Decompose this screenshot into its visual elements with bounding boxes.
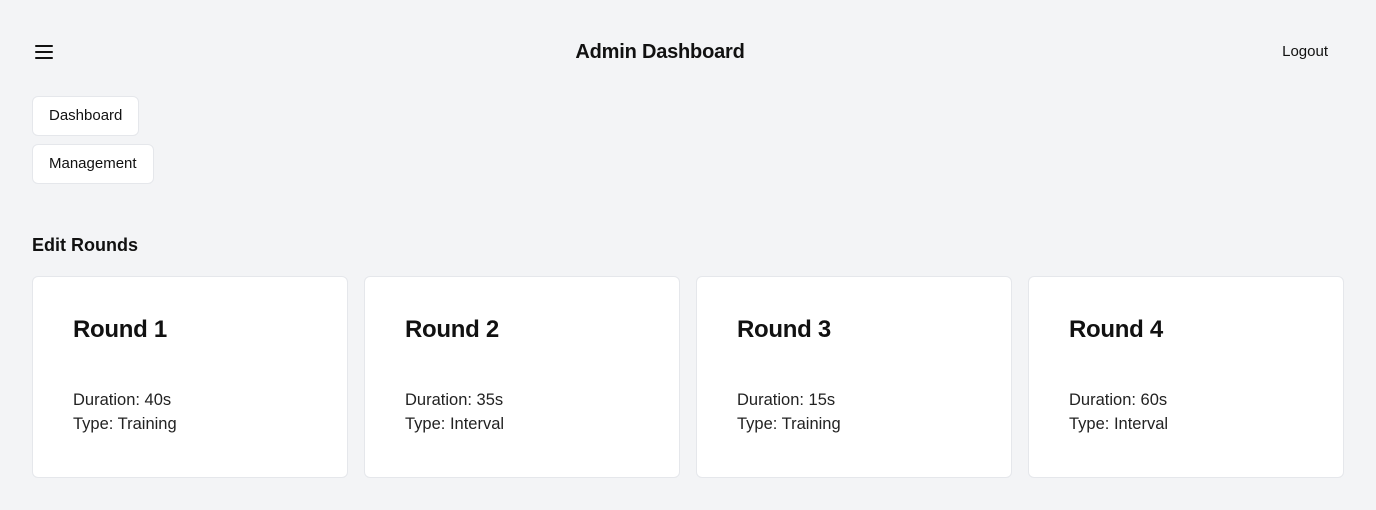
round-type: Type: Interval: [405, 415, 505, 433]
round-title: Round 1: [73, 316, 167, 343]
nav-management-button[interactable]: Management: [32, 144, 154, 184]
round-card-4[interactable]: Round 4 Duration: 60s Type: Interval: [1028, 276, 1344, 478]
round-title: Round 3: [737, 316, 831, 343]
round-card-2[interactable]: Round 2 Duration: 35s Type: Interval: [364, 276, 680, 478]
section-title: Edit Rounds: [32, 235, 138, 255]
logout-button[interactable]: Logout: [1282, 42, 1328, 62]
round-type: Type: Training: [73, 415, 177, 433]
nav-dashboard-button[interactable]: Dashboard: [32, 96, 140, 136]
round-duration: Duration: 35s: [405, 391, 504, 409]
page-title: Admin Dashboard: [575, 41, 745, 63]
round-type: Type: Interval: [1069, 415, 1169, 433]
round-card-1[interactable]: Round 1 Duration: 40s Type: Training: [32, 276, 348, 478]
round-duration: Duration: 40s: [73, 391, 172, 409]
round-title: Round 2: [405, 316, 499, 343]
nav-menu: Dashboard Management: [32, 96, 154, 192]
round-duration: Duration: 60s: [1069, 391, 1168, 409]
round-type: Type: Training: [737, 415, 841, 433]
round-title: Round 4: [1069, 316, 1163, 343]
rounds-grid: Round 1 Duration: 40s Type: Training Rou…: [32, 276, 1344, 478]
round-duration: Duration: 15s: [737, 391, 836, 409]
round-card-3[interactable]: Round 3 Duration: 15s Type: Training: [696, 276, 1012, 478]
app-header: Admin Dashboard Logout: [0, 0, 1376, 104]
